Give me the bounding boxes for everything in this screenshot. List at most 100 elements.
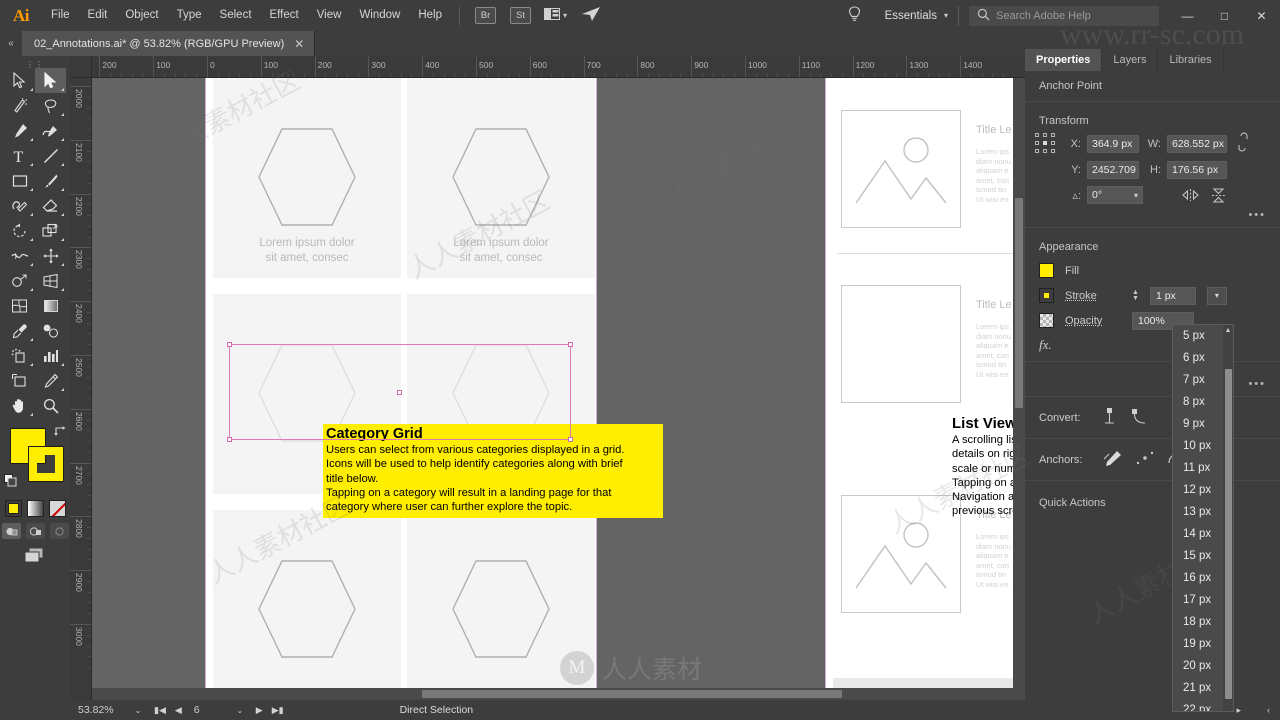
tab-layers[interactable]: Layers — [1102, 49, 1159, 71]
flip-horizontal-icon[interactable] — [1179, 185, 1201, 205]
default-fill-stroke-icon[interactable] — [4, 474, 17, 490]
previous-artboard-icon[interactable]: ◀ — [175, 705, 182, 716]
scroll-up-arrow[interactable]: ▲ — [1223, 325, 1233, 336]
grid-cell[interactable]: Lorem ipsum dolor sit amet, consec — [213, 78, 401, 278]
scrollbar-thumb[interactable] — [1225, 369, 1232, 699]
grid-cell[interactable]: Lorem ipsum dolor sit amet, consec — [407, 510, 595, 700]
gradient-tool[interactable] — [35, 293, 66, 318]
opacity-swatch[interactable] — [1039, 313, 1054, 328]
bridge-button[interactable]: Br — [475, 7, 496, 24]
search-input[interactable]: Search Adobe Help — [969, 5, 1159, 26]
artboard-number[interactable]: 6 — [188, 704, 230, 716]
gradient-swatch-button[interactable] — [26, 500, 44, 517]
shaper-tool[interactable] — [4, 193, 35, 218]
fx-button[interactable]: fx. — [1025, 333, 1280, 357]
toolbar-drag-handle[interactable]: ⋮⋮ — [0, 60, 70, 69]
direct-selection-tool[interactable] — [35, 68, 66, 93]
draw-inside-button[interactable] — [49, 523, 69, 539]
status-prev-icon[interactable]: ‹ — [1267, 705, 1270, 715]
document-tab[interactable]: 02_Annotations.ai* @ 53.82% (RGB/GPU Pre… — [22, 31, 316, 56]
w-field[interactable]: 628.552 px — [1167, 134, 1227, 153]
menu-file[interactable]: File — [42, 0, 79, 31]
share-icon[interactable] — [581, 6, 601, 25]
last-artboard-icon[interactable]: ▶▮ — [272, 705, 284, 716]
current-tool-label[interactable]: Direct Selection — [400, 704, 474, 716]
lasso-tool[interactable] — [35, 93, 66, 118]
menu-help[interactable]: Help — [409, 0, 451, 31]
free-transform-tool[interactable] — [35, 243, 66, 268]
artboard-tool[interactable] — [4, 368, 35, 393]
reference-point-selector[interactable] — [1035, 132, 1057, 155]
close-button[interactable]: ✕ — [1243, 0, 1280, 31]
menu-select[interactable]: Select — [211, 0, 261, 31]
artboard-dropdown-icon[interactable]: ⌄ — [230, 706, 250, 715]
selection-handle[interactable] — [568, 342, 573, 347]
rectangle-tool[interactable] — [4, 168, 35, 193]
scrollbar-thumb[interactable] — [422, 690, 842, 698]
stroke-swatch[interactable] — [28, 446, 64, 482]
first-artboard-icon[interactable]: ▮◀ — [154, 705, 166, 716]
perspective-grid-tool[interactable] — [35, 268, 66, 293]
paintbrush-tool[interactable] — [35, 168, 66, 193]
convert-to-corner-icon[interactable] — [1103, 407, 1119, 428]
stroke-color-swatch[interactable] — [1039, 288, 1054, 303]
color-swatch-button[interactable] — [4, 500, 22, 517]
selection-tool[interactable] — [4, 68, 35, 93]
vertical-ruler[interactable]: 2000 2100 2200 2300 2400 2500 2600 2700 2800 2900… — [70, 78, 92, 700]
ruler-corner[interactable] — [70, 56, 92, 78]
transform-more-options[interactable]: ••• — [1025, 205, 1280, 223]
unlink-icon[interactable] — [1237, 132, 1249, 155]
blend-tool[interactable] — [35, 318, 66, 343]
y-field[interactable]: 2452.709 p — [1087, 161, 1139, 179]
rotate-tool[interactable] — [4, 218, 35, 243]
next-artboard-icon[interactable]: ▶ — [256, 705, 263, 716]
selection-handle[interactable] — [227, 342, 232, 347]
zoom-tool[interactable] — [35, 393, 66, 418]
type-tool[interactable]: T — [4, 143, 35, 168]
stock-button[interactable]: St — [510, 7, 531, 24]
collapse-panel-icon[interactable]: « — [0, 31, 22, 56]
menu-window[interactable]: Window — [350, 0, 409, 31]
selection-handle[interactable] — [568, 437, 573, 442]
none-swatch-button[interactable] — [48, 500, 66, 517]
opacity-label[interactable]: Opacity — [1065, 315, 1121, 327]
menu-object[interactable]: Object — [116, 0, 167, 31]
draw-behind-button[interactable] — [25, 523, 45, 539]
column-graph-tool[interactable] — [35, 343, 66, 368]
appearance-more-options[interactable]: ••• — [1025, 366, 1280, 392]
curvature-tool[interactable] — [35, 118, 66, 143]
canvas-vertical-scrollbar[interactable] — [1013, 78, 1025, 700]
h-field[interactable]: 176.56 px — [1167, 161, 1227, 179]
menu-type[interactable]: Type — [168, 0, 211, 31]
symbol-sprayer-tool[interactable] — [4, 343, 35, 368]
maximize-button[interactable]: □ — [1206, 0, 1243, 31]
tab-libraries[interactable]: Libraries — [1158, 49, 1224, 71]
width-tool[interactable] — [4, 243, 35, 268]
slice-tool[interactable] — [35, 368, 66, 393]
selection-handle-center[interactable] — [397, 390, 402, 395]
minimize-button[interactable]: — — [1169, 0, 1206, 31]
eraser-tool[interactable] — [35, 193, 66, 218]
stroke-width-stepper[interactable]: ▲ ▼ — [1132, 289, 1139, 302]
dropdown-scrollbar[interactable]: ▲ — [1223, 325, 1233, 711]
menu-edit[interactable]: Edit — [79, 0, 117, 31]
selection-handle[interactable] — [227, 437, 232, 442]
stroke-width-dropdown[interactable]: 5 px 6 px 7 px 8 px 9 px 10 px 11 px 12 … — [1172, 324, 1234, 712]
arrange-documents-button[interactable]: ▾ — [544, 8, 567, 23]
flip-vertical-icon[interactable] — [1207, 185, 1229, 205]
stroke-label[interactable]: Stroke — [1065, 290, 1121, 302]
grid-cell[interactable]: Lorem ipsum dolor sit amet, consec — [407, 78, 595, 278]
annotation-category-grid[interactable]: Category Grid Users can select from vari… — [323, 424, 663, 518]
close-icon[interactable]: ✕ — [294, 37, 304, 51]
lightbulb-icon[interactable] — [848, 5, 861, 26]
swap-fill-stroke-icon[interactable] — [53, 424, 66, 440]
pen-tool[interactable] — [4, 118, 35, 143]
hide-handles-icon[interactable] — [1135, 449, 1155, 470]
scale-tool[interactable] — [35, 218, 66, 243]
menu-view[interactable]: View — [308, 0, 351, 31]
zoom-level[interactable]: 53.82% — [70, 704, 128, 716]
angle-field[interactable]: 0° ▾ — [1087, 186, 1143, 204]
scrollbar-thumb[interactable] — [1015, 198, 1023, 408]
change-screen-mode-button[interactable] — [0, 547, 70, 565]
menu-effect[interactable]: Effect — [261, 0, 308, 31]
